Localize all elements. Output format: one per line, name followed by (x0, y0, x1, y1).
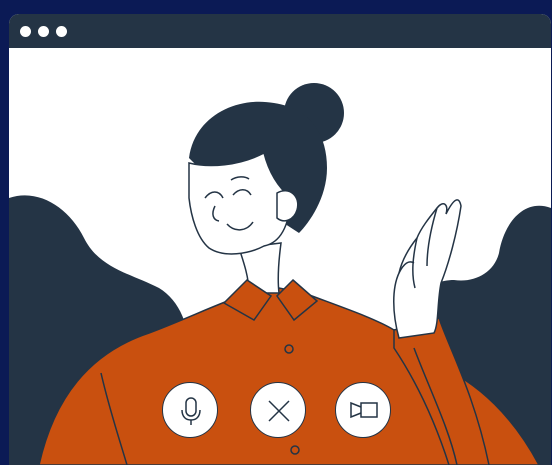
end-call-button[interactable] (250, 382, 306, 438)
close-icon (268, 400, 290, 422)
video-feed (9, 48, 551, 465)
mute-microphone-button[interactable] (162, 382, 218, 438)
window-dot-3[interactable] (56, 26, 67, 37)
window-dot-1[interactable] (20, 26, 31, 37)
ear (276, 189, 299, 222)
microphone-icon (181, 397, 201, 425)
window-dot-2[interactable] (38, 26, 49, 37)
video-call-window (9, 14, 551, 465)
window-title-bar (9, 14, 551, 48)
toggle-camera-button[interactable] (335, 382, 391, 438)
video-camera-icon (350, 401, 378, 419)
